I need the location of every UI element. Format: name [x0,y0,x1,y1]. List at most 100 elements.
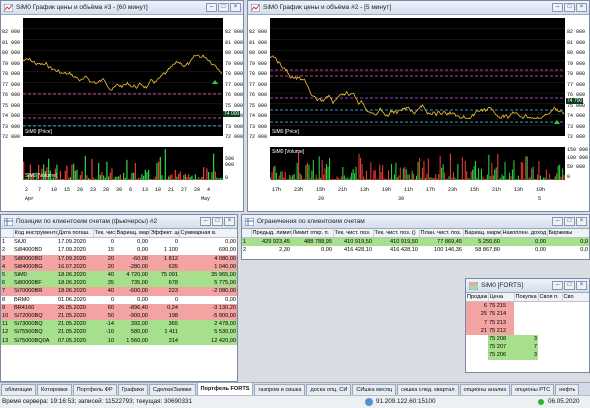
workspace-tab[interactable]: Котировки [36,384,72,395]
column-header[interactable]: План. чист. поз. [419,229,464,239]
column-header[interactable]: Тек. чист. поз. [333,229,374,239]
column-header[interactable]: Код инструмента [13,229,58,239]
column-header[interactable]: Накоплен. доход [501,229,548,239]
column-header[interactable]: Эффект. цена [149,229,180,239]
table-row[interactable]: 12 Si75500BQ 21.05.2020 -10 580,00 1 411 5 530… [1,328,237,337]
last-price-marker: 74 700 [566,98,584,104]
table-row[interactable]: 3 Si80000BD 17.09.2020 20 -60,00 1 812 4 080,0… [1,254,237,263]
limits-table[interactable]: Предыд. лимит Лимит откр. п. Тек. чист. … [242,229,589,255]
chart-window-60min[interactable]: SiM0 График цены и объёма #3 - [60 минут… [0,0,244,212]
column-header[interactable]: Дата погаш. [57,229,94,239]
orderbook-row[interactable]: 6 75 215 [466,301,589,311]
table-row[interactable]: 4 Si84000BG 16.07.2020 20 -280,00 635 1 040,00 [1,262,237,272]
orderbook-row[interactable]: 75 206 3 [466,351,589,360]
volume-bar [216,177,218,180]
total-value: 35 965,00 [211,272,236,279]
close-button[interactable]: × [576,3,587,12]
column-header[interactable]: Тек. чист. поз. () [373,229,420,239]
column-header[interactable]: Своя п. [538,293,563,303]
volume-bar [171,174,173,180]
column-header[interactable]: Покупка [514,293,539,303]
table-row[interactable]: 11 Si73000BQ 21.05.2020 -14 392,00 365 2 478,0… [1,320,237,329]
volume-bar [308,164,310,180]
close-button[interactable]: × [224,217,235,226]
workspace-tab[interactable]: опционы анализ [459,384,511,395]
table-row[interactable]: 7 Si70000BR 18.06.2020 40 -600,00 223 -2 080,0… [1,287,237,296]
volume-bar [330,179,332,180]
price-tick: 81 000 [225,39,244,46]
volume-chart-area[interactable] [270,147,565,180]
column-header[interactable]: Вариац. маржа [115,229,150,239]
table-row[interactable]: 1 SiU0 17.09.2020 0 0,00 0 0,00 [1,238,237,247]
column-header[interactable]: Суммарная в. [179,229,237,239]
column-header[interactable] [1,229,14,239]
maximize-button[interactable]: □ [564,3,575,12]
orderbook-window[interactable]: SiM0 [FORTS] – □ × Продаж Цена Покупка Сво… [465,278,590,373]
close-button[interactable]: × [230,3,241,12]
table-row[interactable]: 13 Si75000BQ0A 07.05.2020 10 1 560,00 314 12 4… [1,336,237,345]
volume-bar [314,179,316,180]
column-header[interactable]: Тек. чист. поз. [93,229,116,239]
volume-bar [281,171,283,180]
price-chart-area[interactable] [269,18,565,136]
column-header[interactable]: Биржевы [547,229,589,239]
workspace-tab[interactable]: Портфель ФР [72,384,117,395]
column-header[interactable]: Вариац. маржа [463,229,502,239]
maximize-button[interactable]: □ [218,3,229,12]
orderbook-row[interactable]: 75 208 3 [466,335,589,344]
volume-bar [402,168,404,180]
table-row[interactable]: 1 429 923,45 488 788,95 410 919,50 410 919,5… [242,237,589,247]
orderbook-table[interactable]: Продаж Цена Покупка Своя п. Сво 6 75 215 2… [466,293,589,360]
table-icon [4,217,13,226]
orderbook-row[interactable]: 21 75 212 [466,326,589,336]
table-row[interactable]: 2 Si84000BD 17.09.2020 15 0,00 1 100 690,00 [1,246,237,254]
minimize-button[interactable]: – [552,281,563,290]
table-row[interactable]: 6 Si80000BF 18.06.2020 35 735,00 678 5 775,00 [1,279,237,288]
column-header[interactable]: Сво [562,293,589,303]
workspace-tab[interactable]: доска опц. СИ [306,384,352,395]
minimize-button[interactable]: – [552,217,563,226]
workspace-tab[interactable]: сишка след. квартал [397,384,459,395]
workspace-tab[interactable]: Графики [117,384,148,395]
column-header[interactable] [242,229,252,239]
orderbook-row[interactable]: 25 75 214 [466,310,589,319]
workspace-tab[interactable]: опционы РТС [511,384,555,395]
volume-bar [419,158,421,180]
workspace-tab[interactable]: нефть [555,384,580,395]
minimize-button[interactable]: – [206,3,217,12]
volume-bar [529,177,531,180]
minimize-button[interactable]: – [200,217,211,226]
expiry-date: 21.05.2020 [58,321,86,328]
table-row[interactable]: 10 Si72000BQ 21.05.2020 50 -900,00 198 -5 900,… [1,312,237,321]
table-row[interactable]: 8 BRM0 01.06.2020 0 0,00 0 0,00 [1,296,237,304]
workspace-tab[interactable]: СИшка месяц [352,384,397,395]
table-row[interactable]: 9 BR4160 26.05.2020 60 -896,40 0,24 -3 130,20 [1,303,237,313]
workspace-tab[interactable]: газпром и сишка [254,384,306,395]
positions-table[interactable]: Код инструмента Дата погаш. Тек. чист. п… [1,229,237,345]
maximize-button[interactable]: □ [564,281,575,290]
workspace-tab[interactable]: облигации [1,384,36,395]
maximize-button[interactable]: □ [212,217,223,226]
orderbook-row[interactable]: 7 75 213 [466,318,589,327]
table-row[interactable]: 5 SiM0 18.06.2020 40 4 720,00 75 091 35 965,00 [1,271,237,280]
workspace-tab[interactable]: Сделки/Заявки [148,384,196,395]
chart-window-5min[interactable]: SiM0 График цены и объёма #2 - [5 минут]… [247,0,590,212]
maximize-button[interactable]: □ [564,217,575,226]
close-button[interactable]: × [576,281,587,290]
column-header[interactable]: Цена [488,293,515,303]
minimize-button[interactable]: – [552,3,563,12]
total-value: 5 775,00 [214,280,236,287]
column-header[interactable]: Лимит откр. п. [291,229,334,239]
orderbook-row[interactable]: 75 207 7 [466,343,589,352]
workspace-tab[interactable]: Портфель FORTS [196,383,254,395]
column-header[interactable]: Продаж [466,293,489,303]
volume-bar [401,179,403,180]
table-row[interactable]: 2 2,30 0,00 416 428,10 416 428,10 100 146,36 5… [242,246,589,254]
column-header[interactable]: Предыд. лимит [251,229,292,239]
positions-window[interactable]: Позиции по клиентским счетам (фьючерсы) … [0,214,238,382]
price-chart-area[interactable] [22,18,223,136]
time-tick: 11h [404,187,414,193]
row-number: 4 [2,263,6,270]
close-button[interactable]: × [576,217,587,226]
limits-window[interactable]: Ограничения по клиентским счетам – □ × Пре… [241,214,590,260]
